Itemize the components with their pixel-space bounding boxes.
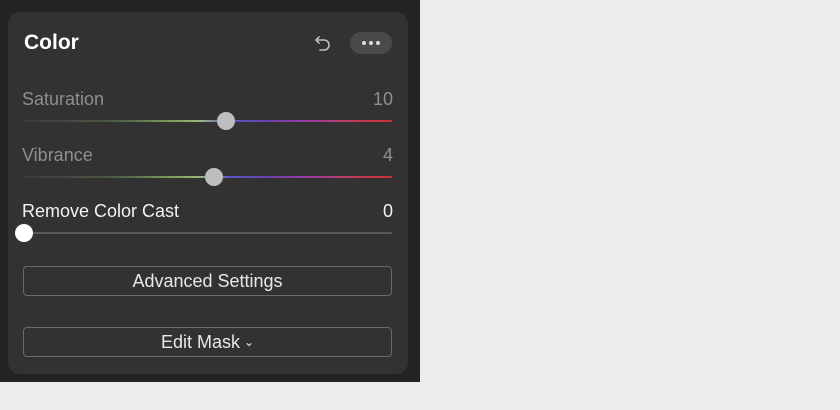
undo-arrow-icon xyxy=(315,36,330,51)
edit-mask-button[interactable]: Edit Mask ⌄ xyxy=(23,327,392,357)
panel-title: Color xyxy=(24,31,79,54)
vibrance-thumb[interactable] xyxy=(205,168,224,186)
saturation-label: Saturation xyxy=(22,89,105,109)
color-panel: Color Saturation 10 Vibrance 4 Remove Co… xyxy=(8,12,408,374)
advanced-settings-button[interactable]: Advanced Settings xyxy=(23,266,392,296)
chevron-down-icon: ⌄ xyxy=(243,335,255,349)
remove-color-cast-value: 0 xyxy=(382,201,393,221)
undo-button[interactable] xyxy=(312,32,334,54)
saturation-thumb[interactable] xyxy=(216,112,235,130)
saturation-track[interactable] xyxy=(22,120,392,122)
remove-color-cast-track[interactable] xyxy=(22,232,392,234)
vibrance-label: Vibrance xyxy=(22,145,93,165)
vibrance-value: 4 xyxy=(382,145,393,165)
saturation-value: 10 xyxy=(372,89,393,109)
remove-color-cast-thumb[interactable] xyxy=(15,224,33,242)
more-options-button[interactable] xyxy=(350,32,392,54)
edit-mask-label: Edit Mask xyxy=(160,332,240,352)
remove-color-cast-label: Remove Color Cast xyxy=(22,201,180,221)
